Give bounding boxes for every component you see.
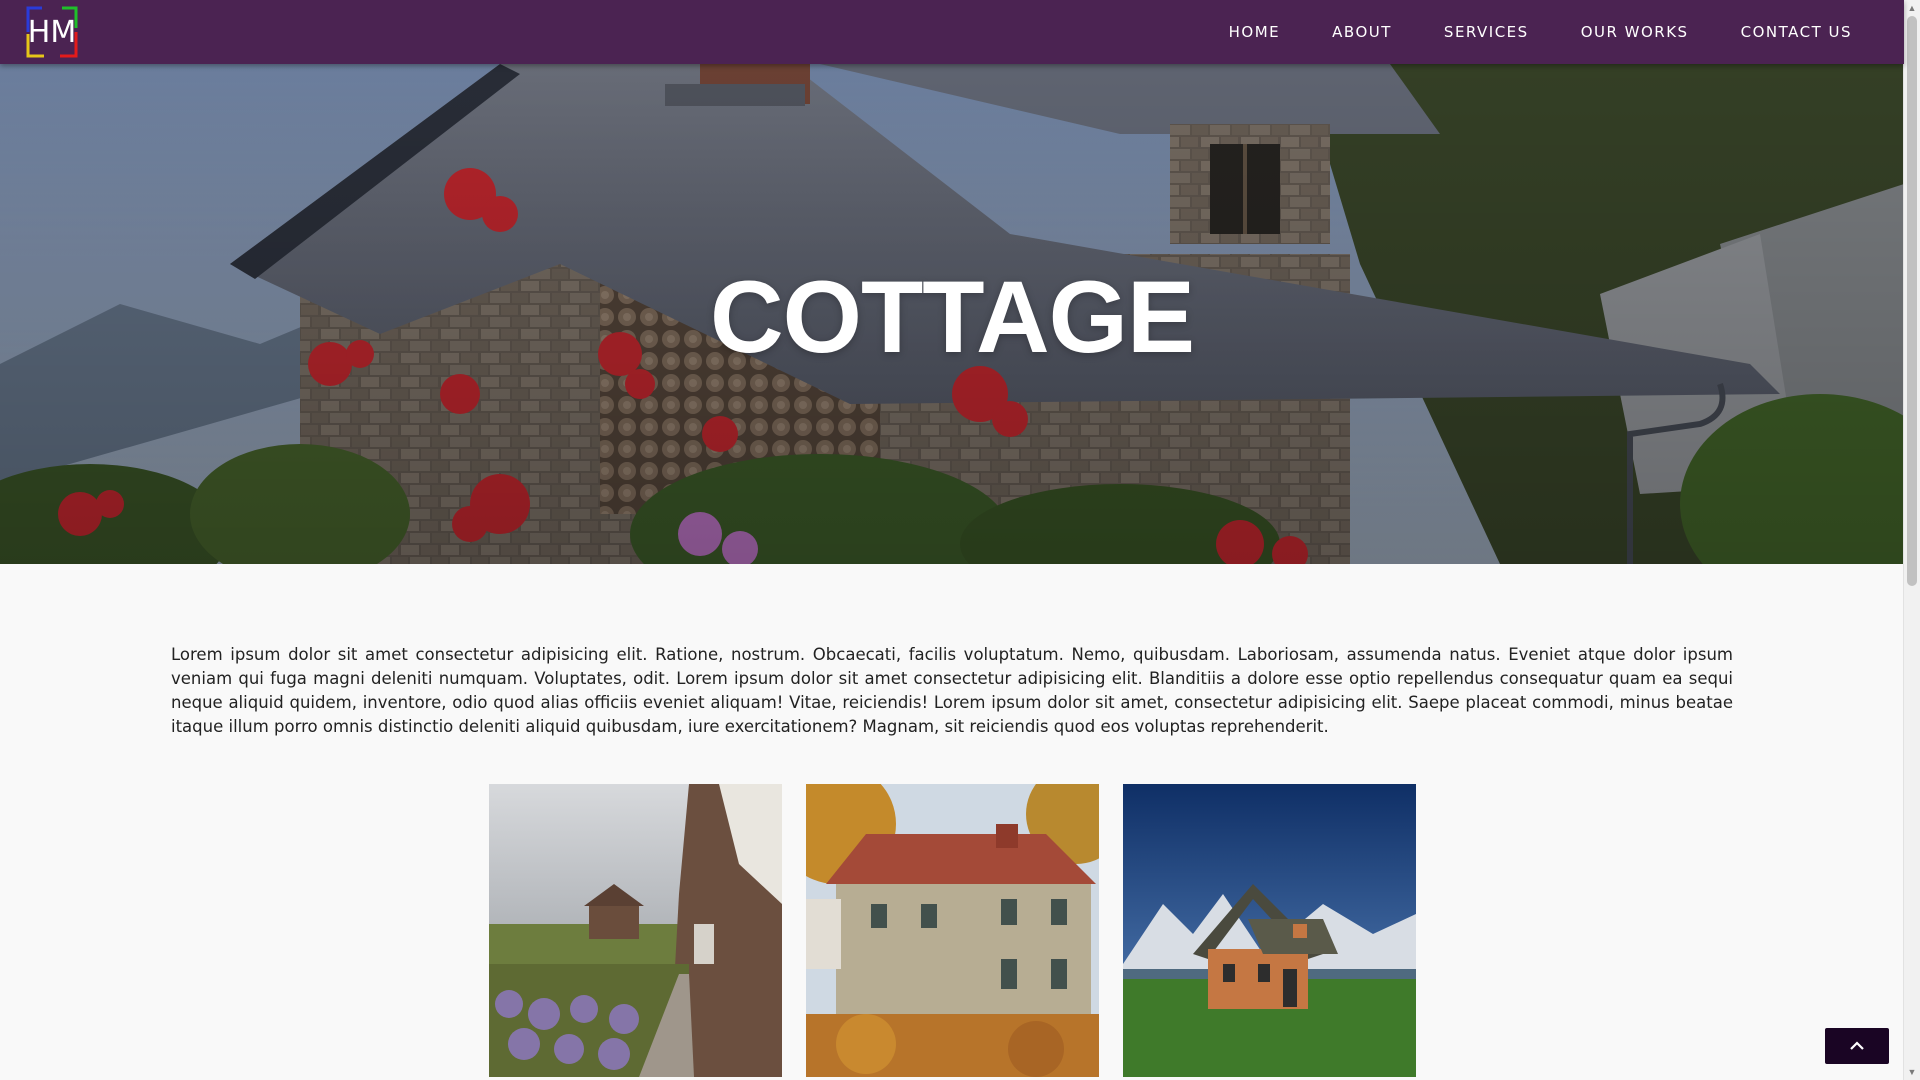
navbar: HM HOME ABOUT SERVICES OUR WORKS CONTACT…	[0, 0, 1904, 64]
scroll-thumb[interactable]	[1907, 16, 1917, 586]
gallery-image-2[interactable]	[806, 784, 1099, 1077]
logo-text: HM	[27, 14, 77, 50]
nav-item-about[interactable]: ABOUT	[1306, 23, 1418, 41]
gallery	[489, 784, 1416, 1077]
hero-title: COTTAGE	[709, 260, 1195, 374]
intro-paragraph: Lorem ipsum dolor sit amet consectetur a…	[171, 644, 1733, 736]
chevron-up-icon	[1850, 1041, 1864, 1050]
nav-item-our-works[interactable]: OUR WORKS	[1555, 23, 1715, 41]
nav-item-services[interactable]: SERVICES	[1418, 23, 1555, 41]
scroll-down-arrow-icon[interactable]: ▼	[1904, 1064, 1920, 1080]
scroll-up-arrow-icon[interactable]: ▲	[1904, 0, 1920, 16]
nav-menu: HOME ABOUT SERVICES OUR WORKS CONTACT US	[1203, 0, 1904, 64]
back-to-top-button[interactable]	[1825, 1028, 1889, 1064]
gallery-image-3[interactable]	[1123, 784, 1416, 1077]
gallery-image-1[interactable]	[489, 784, 782, 1077]
logo[interactable]: HM	[26, 6, 78, 58]
page-scrollbar[interactable]: ▲ ▼	[1903, 0, 1920, 1080]
hero-banner: COTTAGE	[0, 64, 1904, 564]
nav-item-home[interactable]: HOME	[1203, 23, 1307, 41]
nav-item-contact-us[interactable]: CONTACT US	[1715, 23, 1878, 41]
